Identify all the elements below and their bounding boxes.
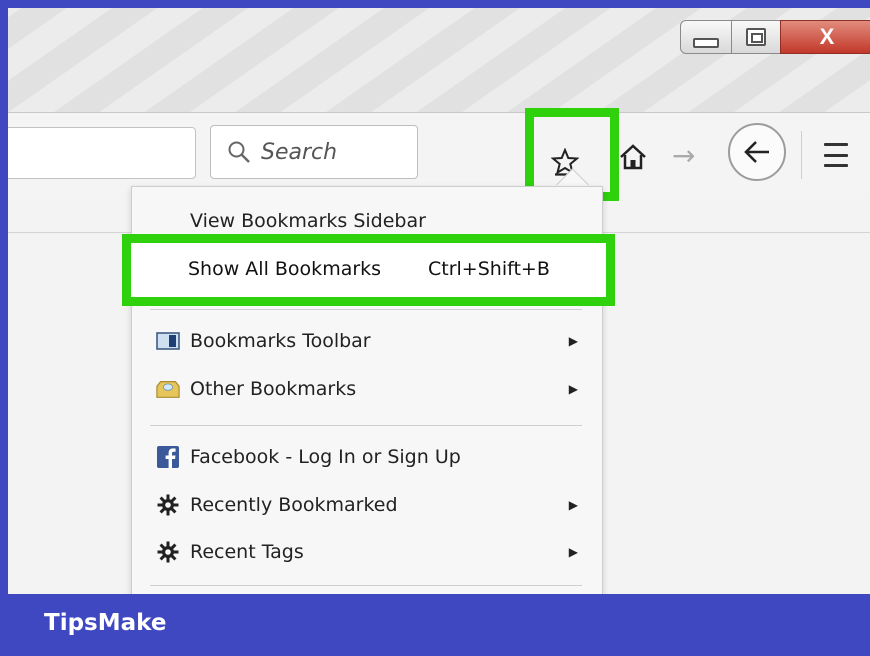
- close-button[interactable]: X: [780, 20, 870, 54]
- menu-item-label: Bookmarks Toolbar: [190, 330, 371, 352]
- home-button[interactable]: [616, 140, 650, 174]
- menu-item-label: Facebook - Log In or Sign Up: [190, 446, 461, 468]
- menu-item-label: Recent Tags: [190, 541, 304, 563]
- submenu-arrow-icon: ▶: [568, 382, 578, 396]
- browser-window: X Search → View Bookmarks Sidebar Bookma…: [8, 8, 870, 594]
- gear-icon: [156, 493, 180, 517]
- close-icon: X: [819, 24, 835, 49]
- back-arrow-icon: [744, 141, 769, 163]
- bookmarks-toolbar-icon: [156, 329, 180, 353]
- menu-item-label: Other Bookmarks: [190, 378, 357, 400]
- folder-icon: [156, 377, 180, 401]
- menu-item-label: View Bookmarks Sidebar: [190, 210, 426, 232]
- show-all-bookmarks-shortcut: Ctrl+Shift+B: [428, 258, 550, 280]
- show-all-bookmarks-label: Show All Bookmarks: [188, 258, 382, 280]
- search-box[interactable]: Search: [210, 125, 418, 179]
- submenu-arrow-icon: ▶: [568, 334, 578, 348]
- footer-bar: TipsMake: [0, 594, 870, 656]
- menu-divider: [150, 585, 582, 586]
- hamburger-menu-icon: [824, 143, 848, 146]
- search-placeholder: Search: [261, 139, 338, 165]
- maximize-button[interactable]: [731, 20, 781, 54]
- navigation-toolbar: Search →: [8, 108, 870, 201]
- menu-item-recently-bookmarked[interactable]: Recently Bookmarked ▶: [132, 483, 602, 527]
- minimize-button[interactable]: [680, 20, 732, 54]
- toolbar-separator: [801, 131, 802, 179]
- menu-item-label: Recently Bookmarked: [190, 494, 398, 516]
- minimize-icon: [693, 38, 719, 48]
- menu-item-recent-tags[interactable]: Recent Tags ▶: [132, 530, 602, 574]
- search-icon: [228, 141, 250, 163]
- menu-item-bookmarks-toolbar[interactable]: Bookmarks Toolbar ▶: [132, 319, 602, 363]
- gear-icon: [156, 540, 180, 564]
- menu-item-facebook[interactable]: Facebook - Log In or Sign Up: [132, 435, 602, 479]
- footer-brand: TipsMake: [44, 610, 167, 636]
- facebook-icon: [156, 445, 180, 469]
- restore-icon: [746, 28, 766, 46]
- menu-item-other-bookmarks[interactable]: Other Bookmarks ▶: [132, 367, 602, 411]
- forward-button[interactable]: →: [672, 139, 695, 172]
- hamburger-menu-button[interactable]: [816, 137, 856, 173]
- address-bar[interactable]: [8, 127, 196, 179]
- home-icon: [620, 144, 646, 170]
- submenu-arrow-icon: ▶: [568, 545, 578, 559]
- submenu-arrow-icon: ▶: [568, 498, 578, 512]
- menu-divider: [150, 309, 582, 310]
- back-button[interactable]: [728, 123, 786, 181]
- title-bar: X: [8, 8, 870, 113]
- menu-divider: [150, 425, 582, 426]
